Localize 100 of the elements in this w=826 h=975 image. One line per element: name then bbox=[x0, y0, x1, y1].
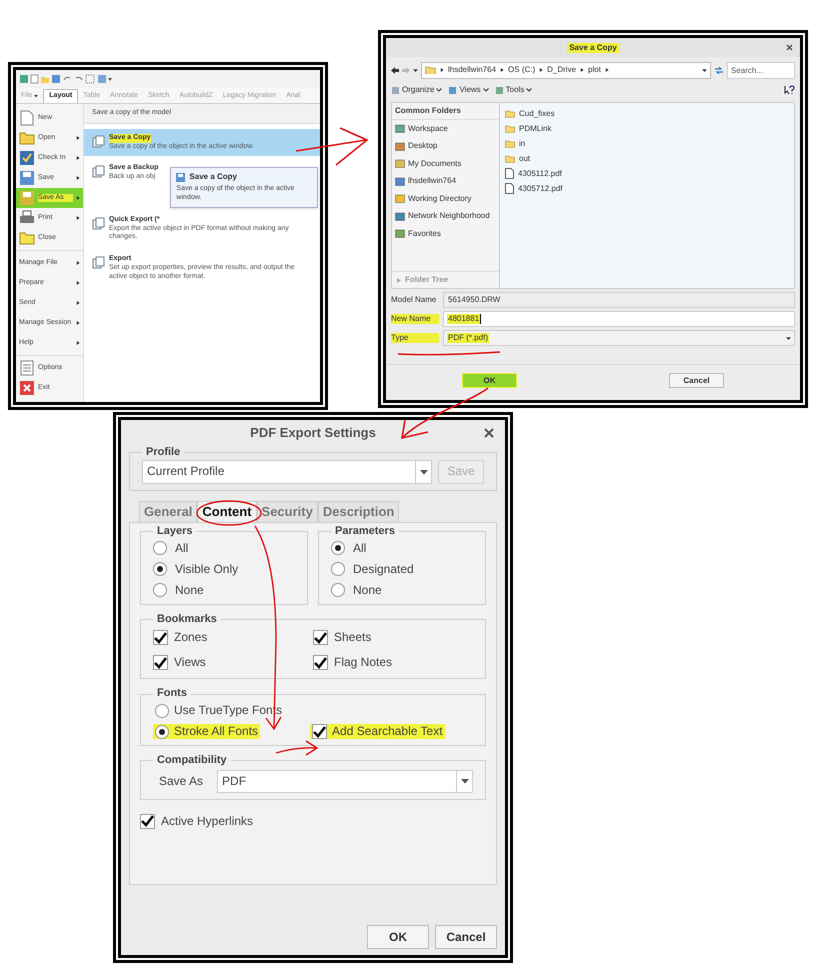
radio-button[interactable] bbox=[331, 541, 345, 555]
toolbar-menu-button[interactable]: Organize bbox=[391, 85, 442, 95]
chevron-right-icon bbox=[604, 68, 609, 72]
chevron-right-icon bbox=[76, 301, 80, 305]
group-label: Profile bbox=[145, 446, 182, 460]
close-icon bbox=[786, 44, 792, 50]
caret-icon bbox=[420, 468, 428, 476]
chevron-right-icon bbox=[76, 136, 80, 140]
field-label: New Name bbox=[391, 314, 439, 324]
path-segment[interactable]: D_Drive bbox=[547, 65, 576, 75]
file-list-item[interactable]: in bbox=[505, 137, 789, 150]
document-icon bbox=[505, 168, 514, 179]
dropdown-value: PDF bbox=[222, 774, 248, 789]
name-field[interactable]: 4801881 bbox=[443, 311, 795, 327]
printer-icon bbox=[19, 210, 35, 226]
window-title: PDF Export Settings bbox=[250, 424, 376, 442]
common-folder-item[interactable]: Working Directory bbox=[392, 190, 499, 208]
caret-icon bbox=[702, 68, 707, 72]
type-dropdown[interactable]: PDF (*.pdf) bbox=[443, 330, 795, 346]
document-copy-icon bbox=[92, 256, 105, 269]
common-folder-item[interactable]: Desktop bbox=[392, 138, 499, 155]
radio-button[interactable] bbox=[153, 562, 167, 576]
radio-button[interactable] bbox=[153, 583, 167, 597]
common-folder-item[interactable]: lhsdellwin764 bbox=[392, 172, 499, 190]
dialog-button[interactable]: Cancel bbox=[435, 925, 497, 949]
chevron-right-icon bbox=[76, 321, 80, 325]
checkbox[interactable] bbox=[313, 655, 328, 670]
field-label: Type bbox=[391, 333, 439, 343]
checkbox[interactable] bbox=[312, 724, 328, 739]
dialog-button[interactable]: OK bbox=[367, 925, 429, 949]
name-field[interactable]: 5614950.DRW bbox=[443, 292, 795, 308]
option-label: Sheets bbox=[334, 630, 372, 646]
dialog-button[interactable]: Cancel bbox=[669, 373, 724, 388]
common-folder-item[interactable]: My Documents bbox=[392, 155, 499, 172]
chevron-right-icon bbox=[76, 156, 80, 160]
radio-button[interactable] bbox=[155, 704, 169, 718]
quick-access-toolbar-drawing[interactable] bbox=[20, 74, 112, 84]
group-label: Parameters bbox=[334, 524, 396, 538]
common-folder-item[interactable]: Favorites bbox=[392, 225, 499, 242]
circle-annotation bbox=[196, 500, 262, 526]
chevron-right-icon bbox=[76, 196, 80, 200]
checkmark-icon bbox=[313, 726, 326, 738]
settings-tab[interactable]: Content bbox=[197, 500, 257, 522]
checkmark-icon bbox=[314, 656, 327, 669]
file-list-item[interactable]: 4305712.pdf bbox=[505, 182, 789, 195]
chevron-right-icon bbox=[500, 68, 504, 72]
group-label: Compatibility bbox=[156, 754, 228, 768]
checkmark-icon bbox=[314, 632, 327, 644]
toolbar-menu-button[interactable]: Tools bbox=[494, 85, 532, 95]
document-icon bbox=[20, 110, 34, 126]
path-segment[interactable]: lhsdellwin764 bbox=[448, 65, 496, 75]
option-label: Views bbox=[174, 655, 206, 670]
dropdown-value: Current Profile bbox=[147, 464, 226, 480]
document-copy-icon bbox=[92, 165, 105, 178]
refresh-icon[interactable] bbox=[714, 66, 724, 74]
address-bar[interactable]: lhsdellwin764 OS (C:) D_Drive plot bbox=[421, 62, 711, 78]
path-segment[interactable]: OS (C:) bbox=[508, 65, 536, 75]
close-button[interactable] bbox=[483, 427, 495, 439]
file-list-item[interactable]: out bbox=[505, 152, 789, 165]
chevron-right-icon bbox=[76, 216, 80, 220]
check-in-icon bbox=[19, 150, 35, 166]
group-label: Layers bbox=[156, 524, 194, 538]
chevron-right-icon bbox=[76, 261, 80, 265]
help-cursor-icon[interactable] bbox=[784, 85, 795, 95]
compatibility-dropdown[interactable]: PDF bbox=[217, 770, 473, 793]
file-list-item[interactable]: PDMLink bbox=[505, 122, 789, 135]
file-list-item[interactable]: 4305112.pdf bbox=[505, 167, 789, 180]
chevron-right-icon bbox=[76, 281, 80, 285]
document-copy-icon bbox=[92, 216, 105, 230]
radio-button[interactable] bbox=[331, 562, 345, 576]
chevron-right-icon bbox=[76, 176, 80, 180]
checkmark-icon bbox=[154, 632, 167, 644]
field-value: PDF (*.pdf) bbox=[447, 333, 490, 343]
checkbox[interactable] bbox=[153, 655, 168, 670]
path-segment[interactable]: plot bbox=[588, 65, 601, 75]
back-arrow-icon[interactable] bbox=[391, 66, 399, 74]
file-list-item[interactable]: Cud_fixes bbox=[505, 107, 789, 120]
checkbox[interactable] bbox=[313, 630, 328, 646]
option-label: Zones bbox=[174, 630, 208, 646]
radio-button[interactable] bbox=[331, 583, 345, 597]
chevron-right-icon bbox=[539, 68, 544, 72]
search-field[interactable]: Search... bbox=[727, 62, 795, 78]
dialog-button[interactable]: OK bbox=[462, 373, 517, 388]
arrow-annotation bbox=[276, 740, 318, 756]
group-label: Fonts bbox=[156, 687, 188, 701]
chevron-right-icon bbox=[440, 68, 444, 72]
checkbox[interactable] bbox=[153, 630, 168, 646]
toolbar-menu-button[interactable]: Views bbox=[448, 85, 489, 95]
checkbox[interactable] bbox=[140, 814, 155, 829]
chevron-down-icon bbox=[482, 88, 489, 92]
document-copy-icon bbox=[92, 134, 105, 148]
radio-button[interactable] bbox=[155, 724, 169, 738]
caret-icon bbox=[460, 777, 468, 786]
close-icon bbox=[484, 428, 494, 438]
option-label: None bbox=[353, 582, 382, 598]
group-label: Bookmarks bbox=[156, 612, 218, 626]
common-folder-item[interactable]: Workspace bbox=[392, 120, 499, 138]
radio-button[interactable] bbox=[153, 541, 167, 555]
profile-dropdown[interactable]: Current Profile bbox=[142, 460, 432, 484]
common-folder-item[interactable]: Network Neighborhood bbox=[392, 208, 499, 225]
